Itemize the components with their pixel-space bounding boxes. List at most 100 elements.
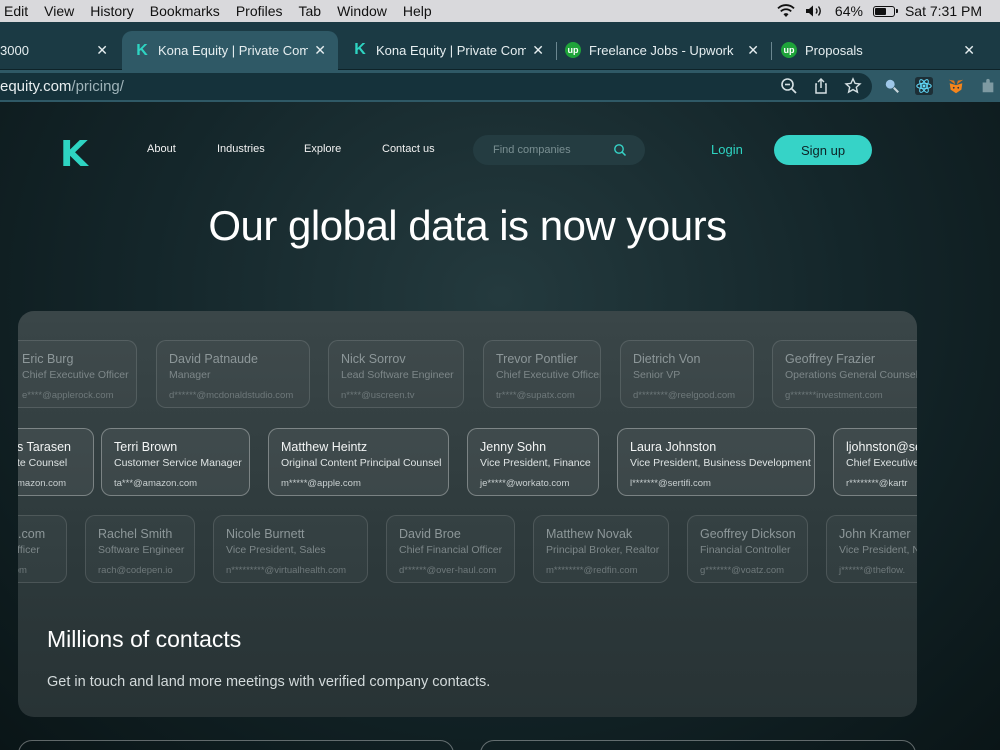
hero-title: Our global data is now yours [208, 202, 727, 249]
share-icon[interactable] [812, 77, 830, 95]
contact-email: r********@kartr [846, 478, 908, 489]
tab-upwork-proposals[interactable]: up Proposals ✕ [769, 32, 987, 68]
contact-email: d******@over-haul.com [399, 565, 497, 576]
sign-up-button[interactable]: Sign up [774, 135, 872, 165]
contact-title: Chief Executive Officer [496, 369, 601, 381]
upwork-icon: up [781, 42, 797, 58]
puzzle-extensions-icon[interactable] [978, 76, 998, 96]
search-extension-icon[interactable] [882, 76, 902, 96]
contact-name: David Patnaude [169, 352, 258, 366]
feature-card [480, 740, 916, 750]
tab-title: Kona Equity | Private Comp [158, 43, 309, 58]
menubar-status: 64% Sat 7:31 PM [777, 3, 1000, 19]
contact-email: m********@redfin.com [546, 565, 638, 576]
menu-window[interactable]: Window [329, 3, 395, 19]
contact-name: Eric Burg [22, 352, 74, 366]
battery-icon[interactable] [872, 5, 898, 17]
contact-name: s Tarasen [18, 440, 71, 454]
menubar-menus: Edit View History Bookmarks Profiles Tab… [0, 0, 440, 22]
nav-contact-us[interactable]: Contact us [382, 143, 435, 155]
menubar-clock[interactable]: Sat 7:31 PM [905, 3, 982, 19]
contact-row: ifi.com Officer com Rachel Smith Softwar… [18, 515, 917, 583]
nav-industries[interactable]: Industries [217, 143, 265, 155]
contact-card[interactable]: Rachel Smith Software Engineer rach@code… [85, 515, 195, 583]
section-subtext: Get in touch and land more meetings with… [47, 674, 491, 690]
contact-title: Chief Executive [846, 457, 917, 469]
tab-localhost[interactable]: 3000 ✕ [0, 32, 120, 68]
close-icon[interactable]: ✕ [532, 42, 544, 59]
contact-card[interactable]: Geoffrey Frazier Operations General Coun… [772, 340, 917, 408]
menu-view[interactable]: View [36, 3, 82, 19]
contact-email: ta***@amazon.com [114, 478, 198, 489]
contact-card[interactable]: Nick Sorrov Lead Software Engineer n****… [328, 340, 464, 408]
extension-icons [882, 76, 998, 96]
search-input[interactable] [493, 144, 608, 156]
close-icon[interactable]: ✕ [963, 42, 975, 59]
menu-help[interactable]: Help [395, 3, 440, 19]
menu-bookmarks[interactable]: Bookmarks [142, 3, 228, 19]
contact-email: je*****@workato.com [480, 478, 570, 489]
url-path: /pricing/ [71, 78, 124, 95]
contact-card[interactable]: s Tarasen te Counsel mazon.com [18, 428, 94, 496]
menu-edit[interactable]: Edit [0, 3, 36, 19]
contact-email: m*****@apple.com [281, 478, 361, 489]
address-bar[interactable]: equity.com/pricing/ [0, 73, 872, 100]
contact-title: Software Engineer [98, 544, 185, 556]
battery-percent: 64% [834, 3, 863, 19]
contact-email: n*********@virtualhealth.com [226, 565, 347, 576]
contact-email: g*******investment.com [785, 390, 883, 401]
kona-logo[interactable]: K [60, 134, 88, 175]
page-viewport: K About Industries Explore Contact us Lo… [0, 102, 1000, 750]
contact-card[interactable]: ljohnston@ser Chief Executive r********@… [833, 428, 917, 496]
nav-explore[interactable]: Explore [304, 143, 341, 155]
contact-card[interactable]: Dietrich Von Senior VP d********@reelgoo… [620, 340, 754, 408]
login-link[interactable]: Login [711, 142, 743, 157]
contact-card[interactable]: David Patnaude Manager d******@mcdonalds… [156, 340, 310, 408]
contact-title: Vice President, Sales [226, 544, 326, 556]
contact-card[interactable]: Eric Burg Chief Executive Officer e****@… [18, 340, 137, 408]
contact-card[interactable]: Matthew Novak Principal Broker, Realtor … [533, 515, 669, 583]
react-devtools-icon[interactable] [914, 76, 934, 96]
search-icon[interactable] [613, 143, 627, 157]
close-icon[interactable]: ✕ [314, 42, 326, 59]
address-bar-actions [780, 77, 862, 95]
menu-history[interactable]: History [82, 3, 142, 19]
contact-name: John Kramer [839, 527, 911, 541]
zoom-out-icon[interactable] [780, 77, 798, 95]
tab-title: 3000 [0, 42, 29, 58]
tab-kona-equity-active[interactable]: K Kona Equity | Private Comp ✕ [122, 31, 338, 70]
nav-about[interactable]: About [147, 143, 176, 155]
contact-name: Geoffrey Dickson [700, 527, 796, 541]
tab-kona-equity[interactable]: K Kona Equity | Private Comp ✕ [340, 32, 556, 68]
contact-card[interactable]: Matthew Heintz Original Content Principa… [268, 428, 449, 496]
contact-email: tr****@supatx.com [496, 390, 575, 401]
volume-icon[interactable] [805, 4, 825, 18]
contact-card[interactable]: Trevor Pontlier Chief Executive Officer … [483, 340, 601, 408]
contact-title: te Counsel [18, 457, 68, 469]
contact-title: Chief Financial Officer [399, 544, 503, 556]
contact-email: mazon.com [18, 478, 67, 489]
contact-card[interactable]: Laura Johnston Vice President, Business … [617, 428, 815, 496]
contact-email: j******@theflow. [839, 565, 906, 576]
contact-card[interactable]: ifi.com Officer com [18, 515, 67, 583]
metamask-fox-icon[interactable] [946, 76, 966, 96]
menu-profiles[interactable]: Profiles [228, 3, 291, 19]
contacts-panel: Eric Burg Chief Executive Officer e****@… [18, 311, 917, 717]
close-icon[interactable]: ✕ [747, 42, 759, 59]
contact-name: Trevor Pontlier [496, 352, 578, 366]
tab-upwork-jobs[interactable]: up Freelance Jobs - Upwork ✕ [553, 32, 771, 68]
wifi-icon[interactable] [777, 4, 795, 18]
close-icon[interactable]: ✕ [96, 42, 108, 59]
contact-card[interactable]: Nicole Burnett Vice President, Sales n**… [213, 515, 368, 583]
menu-tab[interactable]: Tab [291, 3, 330, 19]
contact-card[interactable]: Geoffrey Dickson Financial Controller g*… [687, 515, 808, 583]
contact-card[interactable]: Jenny Sohn Vice President, Finance je***… [467, 428, 599, 496]
contact-name: Geoffrey Frazier [785, 352, 876, 366]
contact-card[interactable]: David Broe Chief Financial Officer d****… [386, 515, 515, 583]
bookmark-star-icon[interactable] [844, 77, 862, 95]
contact-card[interactable]: John Kramer Vice President, N j******@th… [826, 515, 917, 583]
contact-name: Nicole Burnett [226, 527, 305, 541]
contact-name: Laura Johnston [630, 440, 717, 454]
contact-email: rach@codepen.io [98, 565, 173, 576]
contact-card[interactable]: Terri Brown Customer Service Manager ta*… [101, 428, 250, 496]
